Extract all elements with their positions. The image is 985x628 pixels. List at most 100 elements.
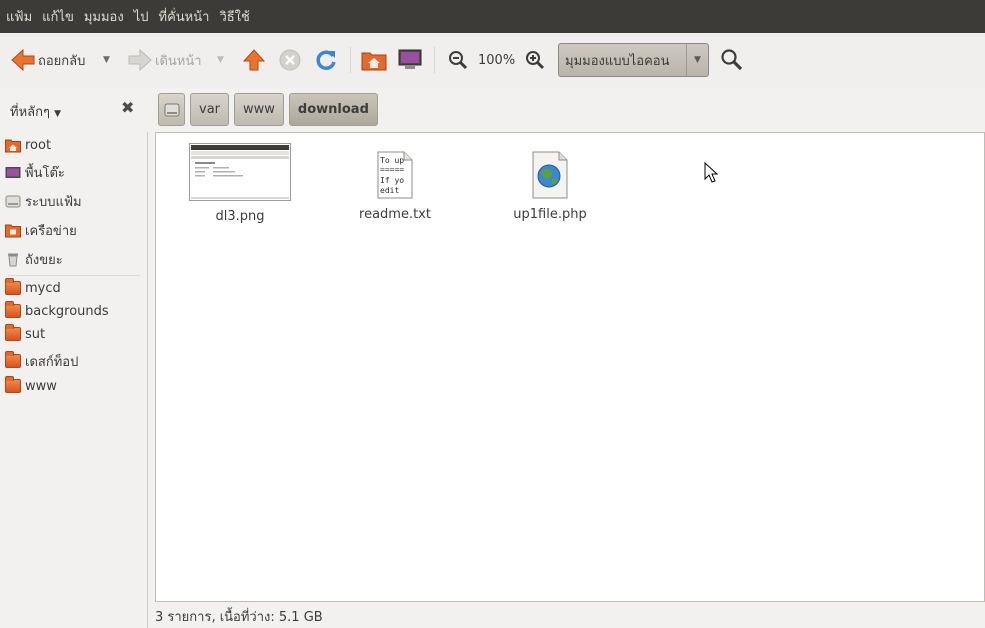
- file-name: readme.txt: [359, 207, 431, 222]
- computer-icon: [398, 49, 422, 69]
- zoom-in-icon: [526, 51, 545, 70]
- folder-icon: [5, 351, 21, 368]
- breadcrumb-var[interactable]: var: [190, 93, 230, 126]
- sidebar-item-label: backgrounds: [25, 303, 109, 319]
- close-icon[interactable]: ✖: [121, 98, 134, 117]
- sidebar-item-label: ถังขยะ: [25, 252, 63, 268]
- chevron-down-icon: ▼: [103, 55, 110, 65]
- zoom-out-button[interactable]: [447, 42, 469, 78]
- sidebar-item-label: www: [25, 378, 57, 394]
- refresh-icon: [316, 50, 336, 70]
- preview-line: =====: [380, 165, 404, 174]
- preview-line: To up: [380, 156, 404, 165]
- sidebar-item-root[interactable]: root: [5, 134, 51, 156]
- home-folder-icon: [361, 52, 387, 71]
- mouse-cursor-icon: [704, 162, 719, 183]
- file-item[interactable]: To up ===== If yo edit readme.txt: [325, 151, 465, 222]
- sidebar-bookmark-backgrounds[interactable]: backgrounds: [5, 300, 109, 322]
- toolbar-separator: [350, 47, 351, 73]
- file-view[interactable]: dl3.png To up ===== If yo edit readme.tx…: [155, 132, 985, 602]
- sidebar-bookmark-www[interactable]: www: [5, 375, 57, 397]
- back-button[interactable]: ถอยกลับ: [10, 42, 85, 78]
- back-label: ถอยกลับ: [38, 53, 86, 69]
- sidebar-header: ที่หลักๆ ▼ ✖: [0, 88, 150, 130]
- sidebar-mode-select[interactable]: ที่หลักๆ ▼: [10, 101, 61, 122]
- sidebar-title: ที่หลักๆ: [10, 105, 50, 120]
- menu-help[interactable]: วิธีใช้: [217, 6, 255, 27]
- back-history-dropdown[interactable]: ▼: [103, 42, 110, 78]
- file-item[interactable]: dl3.png: [170, 143, 310, 224]
- menu-file[interactable]: แฟ้ม: [4, 6, 38, 27]
- folder-icon: [5, 324, 21, 341]
- view-mode-label: มุมมองแบบไอคอน: [565, 53, 670, 69]
- path-bar: var www download: [158, 93, 383, 127]
- forward-label: เดินหน้า: [155, 53, 202, 69]
- stop-button[interactable]: [278, 42, 302, 78]
- reload-button[interactable]: [314, 42, 338, 78]
- folder-icon: [5, 376, 21, 393]
- up-arrow-icon: [242, 49, 266, 71]
- status-bar: 3 รายการ, เนื้อที่ว่าง: 5.1 GB: [155, 610, 323, 625]
- php-script-globe-icon: [532, 151, 568, 199]
- text-file-icon: To up ===== If yo edit: [377, 151, 413, 199]
- forward-button[interactable]: เดินหน้า: [127, 42, 202, 78]
- search-button[interactable]: [720, 42, 744, 78]
- chevron-down-icon: ▼: [686, 44, 708, 76]
- preview-line: If yo: [380, 176, 404, 185]
- folder-icon: [5, 278, 21, 295]
- search-icon: [721, 49, 743, 71]
- breadcrumb-filesystem[interactable]: [158, 93, 185, 126]
- sidebar-item-label: root: [25, 137, 52, 153]
- toolbar-separator: [434, 47, 435, 73]
- file-name: dl3.png: [215, 209, 265, 224]
- up-button[interactable]: [242, 42, 266, 78]
- menu-bookmarks[interactable]: ที่คั่นหน้า: [157, 6, 216, 27]
- chevron-down-icon: ▼: [54, 109, 62, 119]
- sidebar-item-label: พื้นโต๊ะ: [25, 165, 65, 181]
- preview-line: edit: [380, 186, 399, 195]
- zoom-in-button[interactable]: [524, 42, 546, 78]
- sidebar-item-filesystem[interactable]: ระบบแฟ้ม: [5, 190, 82, 212]
- forward-history-dropdown[interactable]: ▼: [217, 42, 224, 78]
- sidebar-item-trash[interactable]: ถังขยะ: [5, 248, 63, 270]
- chevron-down-icon: ▼: [217, 55, 224, 65]
- filesystem-drive-icon: [164, 103, 179, 116]
- sidebar-item-label: ระบบแฟ้ม: [25, 194, 82, 210]
- home-folder-icon: [5, 139, 21, 152]
- menu-go[interactable]: ไป: [132, 6, 155, 27]
- breadcrumb-download[interactable]: download: [288, 93, 378, 126]
- computer-button[interactable]: [397, 42, 423, 78]
- zoom-out-icon: [449, 51, 468, 70]
- menu-edit[interactable]: แก้ไข: [40, 6, 80, 27]
- sidebar-item-label: เดสก์ท็อป: [25, 354, 79, 370]
- sidebar-item-network[interactable]: เครือข่าย: [5, 219, 77, 241]
- breadcrumb-www[interactable]: www: [234, 93, 284, 126]
- folder-icon: [5, 301, 21, 318]
- desktop-icon: [5, 166, 21, 178]
- filesystem-drive-icon: [5, 195, 21, 207]
- sidebar-item-label: เครือข่าย: [25, 223, 77, 239]
- home-button[interactable]: [361, 42, 387, 78]
- forward-arrow-icon: [128, 48, 152, 72]
- sidebar: root พื้นโต๊ะ ระบบแฟ้ม เครือข่าย ถังขยะ …: [0, 132, 148, 628]
- sidebar-item-label: sut: [25, 326, 46, 342]
- menu-view[interactable]: มุมมอง: [82, 6, 130, 27]
- sidebar-bookmark-sut[interactable]: sut: [5, 323, 45, 345]
- back-arrow-icon: [11, 48, 35, 72]
- zoom-level[interactable]: 100%: [478, 42, 515, 78]
- sidebar-bookmark-mycd[interactable]: mycd: [5, 277, 61, 299]
- sidebar-divider: [8, 275, 140, 276]
- view-mode-select[interactable]: มุมมองแบบไอคอน ▼: [558, 43, 709, 77]
- sidebar-item-label: mycd: [25, 280, 61, 296]
- sidebar-item-desktop[interactable]: พื้นโต๊ะ: [5, 161, 65, 183]
- sidebar-bookmark-desktop[interactable]: เดสก์ท็อป: [5, 350, 78, 372]
- file-name: up1file.php: [513, 207, 587, 222]
- toolbar: ถอยกลับ ▼ เดินหน้า ▼ 100% มุมมองแบบไอคอน…: [0, 33, 985, 88]
- zoom-level-text: 100%: [478, 52, 516, 68]
- image-thumbnail-icon: [189, 143, 291, 201]
- network-icon: [5, 224, 21, 237]
- stop-icon: [279, 49, 301, 71]
- file-item[interactable]: up1file.php: [480, 151, 620, 222]
- trash-icon: [8, 253, 18, 266]
- menu-bar: แฟ้ม แก้ไข มุมมอง ไป ที่คั่นหน้า วิธีใช้: [0, 0, 985, 33]
